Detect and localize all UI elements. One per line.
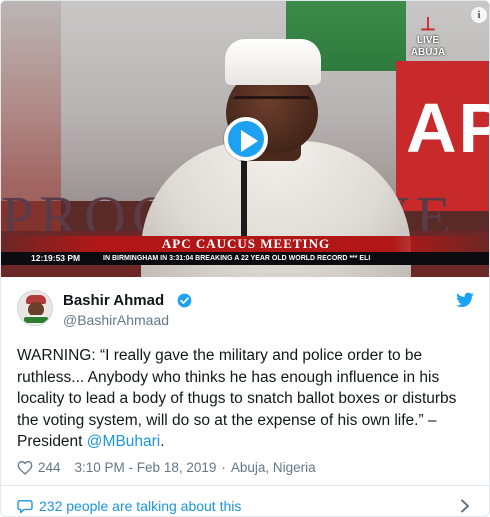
tweet-card: AP PROGRESSIVE ⊥ LIVE ABUJA APC CA	[0, 0, 490, 517]
twitter-bird-icon[interactable]	[456, 292, 474, 308]
avatar[interactable]	[17, 290, 53, 326]
tweet-text: WARNING: “I really gave the military and…	[17, 345, 475, 453]
meta-separator: ·	[221, 459, 226, 475]
live-location: ABUJA	[410, 47, 446, 58]
tweet-meta: 244 3:10 PM - Feb 18, 2019 · Abuja, Nige…	[17, 458, 316, 476]
conversation-link[interactable]: 232 people are talking about this	[17, 495, 241, 516]
author-handle[interactable]: @BashirAhmaad	[63, 312, 169, 328]
talking-count[interactable]: 232 people are talking about this	[39, 498, 241, 514]
mention-link[interactable]: @MBuhari	[87, 433, 160, 450]
video-thumbnail[interactable]: AP PROGRESSIVE ⊥ LIVE ABUJA APC CA	[1, 1, 489, 277]
chevron-right-icon[interactable]	[460, 499, 470, 513]
location[interactable]: Abuja, Nigeria	[231, 460, 316, 475]
author-name[interactable]: Bashir Ahmad	[63, 292, 164, 309]
tweet-body: WARNING: “I really gave the military and…	[17, 347, 457, 450]
lower-third-title: APC CAUCUS MEETING	[161, 236, 331, 251]
broadcaster-logo: ⊥ LIVE ABUJA	[399, 15, 457, 59]
heart-icon[interactable]	[17, 460, 33, 475]
reply-bubble-icon	[17, 499, 33, 513]
live-label: LIVE	[416, 35, 440, 46]
tweet-body-end: .	[160, 433, 165, 450]
broadcaster-logo-mark: ⊥	[420, 14, 436, 34]
ticker-text: IN BIRMINGHAM IN 3:31:04 BREAKING A 22 Y…	[103, 255, 371, 262]
like-count[interactable]: 244	[38, 460, 61, 475]
verified-badge-icon	[177, 293, 192, 308]
ticker-time: 12:19:53 PM	[31, 253, 81, 263]
timestamp[interactable]: 3:10 PM - Feb 18, 2019	[75, 460, 217, 475]
backdrop-text: AP	[406, 89, 489, 167]
divider	[1, 485, 489, 486]
play-icon	[241, 130, 258, 152]
play-button[interactable]	[224, 117, 268, 161]
info-icon[interactable]: i	[471, 7, 487, 23]
